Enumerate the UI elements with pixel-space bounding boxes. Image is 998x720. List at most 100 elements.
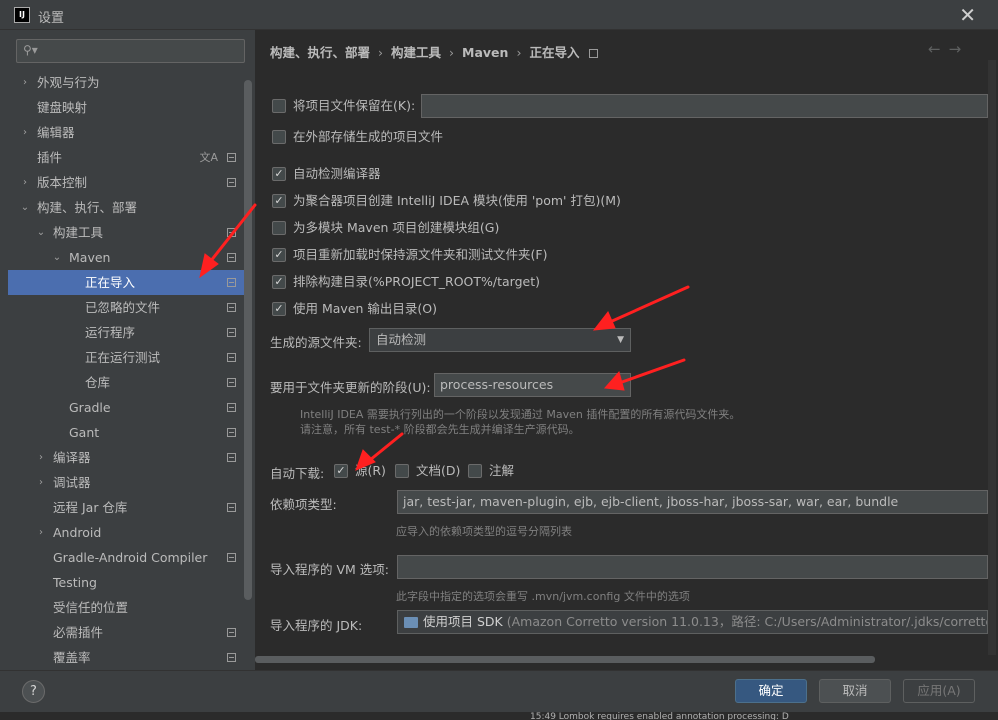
cancel-button[interactable]: 取消 xyxy=(819,679,891,703)
download-docs-checkbox[interactable] xyxy=(395,463,409,478)
store-external-checkbox[interactable] xyxy=(272,129,286,144)
ok-button[interactable]: 确定 xyxy=(735,679,807,703)
create-groups-label: 为多模块 Maven 项目创建模块组(G) xyxy=(293,220,500,235)
create-modules-option[interactable]: ✓ 为聚合器项目创建 IntelliJ IDEA 模块(使用 'pom' 打包)(… xyxy=(272,191,621,211)
chevron-right-icon[interactable]: › xyxy=(20,70,30,95)
tree-item[interactable]: 运行程序 xyxy=(8,320,244,345)
back-arrow-icon[interactable]: ← xyxy=(928,40,949,58)
jdk-label: 导入程序的 JDK: xyxy=(270,618,363,633)
forward-arrow-icon[interactable]: → xyxy=(949,40,970,58)
tree-item[interactable]: Gradle-Android Compiler xyxy=(8,545,244,570)
tree-item[interactable]: 插件 文A xyxy=(8,145,244,170)
chevron-down-icon[interactable]: ⌄ xyxy=(20,195,30,220)
chevron-down-icon: ▼ xyxy=(617,335,624,345)
create-modules-checkbox[interactable]: ✓ xyxy=(272,193,286,208)
tree-item-label: 受信任的位置 xyxy=(53,600,129,615)
use-maven-output-checkbox[interactable]: ✓ xyxy=(272,301,286,316)
create-groups-option[interactable]: 为多模块 Maven 项目创建模块组(G) xyxy=(272,218,499,238)
chevron-right-icon[interactable]: › xyxy=(36,445,46,470)
store-external-option[interactable]: 在外部存储生成的项目文件 xyxy=(272,127,443,147)
download-sources-label: 源(R) xyxy=(355,463,386,478)
breadcrumb-item[interactable]: Maven xyxy=(462,45,508,60)
phase-label: 要用于文件夹更新的阶段(U): xyxy=(270,380,431,395)
tree-item-label: 编译器 xyxy=(53,450,91,465)
title-bar: IJ 设置 ✕ xyxy=(0,0,998,30)
download-annotations-checkbox[interactable] xyxy=(468,463,482,478)
keep-source-folders-checkbox[interactable]: ✓ xyxy=(272,247,286,262)
project-scope-icon xyxy=(227,278,236,287)
project-scope-icon xyxy=(227,328,236,337)
chevron-right-icon[interactable]: › xyxy=(36,520,46,545)
tree-item[interactable]: 已忽略的文件 xyxy=(8,295,244,320)
tree-item[interactable]: 键盘映射 xyxy=(8,95,244,120)
chevron-right-icon[interactable]: › xyxy=(20,170,30,195)
download-docs-option[interactable]: 文档(D) xyxy=(395,461,460,481)
tree-item[interactable]: › 编辑器 xyxy=(8,120,244,145)
tree-item[interactable]: 正在导入 xyxy=(8,270,244,295)
breadcrumb-item: 正在导入 xyxy=(529,45,580,60)
tree-item[interactable]: 正在运行测试 xyxy=(8,345,244,370)
apply-button[interactable]: 应用(A) xyxy=(903,679,975,703)
detect-compiler-label: 自动检测编译器 xyxy=(293,166,381,181)
search-icon: ⚲▾ xyxy=(23,43,38,57)
tree-item[interactable]: Testing xyxy=(8,570,244,595)
help-button[interactable]: ? xyxy=(22,680,45,703)
use-maven-output-option[interactable]: ✓ 使用 Maven 输出目录(O) xyxy=(272,299,437,319)
tree-item-label: 构建工具 xyxy=(53,225,104,240)
phase-input[interactable]: process-resources xyxy=(434,373,631,397)
breadcrumb-item[interactable]: 构建、执行、部署 xyxy=(270,45,370,60)
project-scope-icon xyxy=(227,428,236,437)
tree-item[interactable]: Gant xyxy=(8,420,244,445)
tree-item[interactable]: › 外观与行为 xyxy=(8,70,244,95)
keep-files-path-input[interactable] xyxy=(421,94,988,118)
chevron-right-icon[interactable]: › xyxy=(36,470,46,495)
exclude-build-dir-checkbox[interactable]: ✓ xyxy=(272,274,286,289)
tree-item[interactable]: 覆盖率 xyxy=(8,645,244,670)
tree-item[interactable]: 受信任的位置 xyxy=(8,595,244,620)
dependency-types-input[interactable]: jar, test-jar, maven-plugin, ejb, ejb-cl… xyxy=(397,490,988,514)
keep-files-checkbox[interactable] xyxy=(272,98,286,113)
settings-search-input[interactable]: ⚲▾ xyxy=(16,39,245,63)
tree-item[interactable]: ⌄ 构建工具 xyxy=(8,220,244,245)
dialog-footer: ? 确定 取消 应用(A) xyxy=(0,670,998,712)
tree-item[interactable]: 必需插件 xyxy=(8,620,244,645)
sidebar-scrollbar[interactable] xyxy=(244,80,252,600)
settings-sidebar: ⚲▾ › 外观与行为 键盘映射 › 编辑器 插件 文A › 版本控制 ⌄ 构建、执行、部署 ⌄ 构建工具… xyxy=(0,30,255,670)
jdk-dropdown[interactable]: 使用项目 SDK (Amazon Corretto version 11.0.1… xyxy=(397,610,988,634)
tree-item[interactable]: ⌄ Maven xyxy=(8,245,244,270)
download-annotations-option[interactable]: 注解 xyxy=(468,461,514,481)
close-icon[interactable]: ✕ xyxy=(959,3,976,27)
vm-options-input[interactable] xyxy=(397,555,988,579)
chevron-down-icon[interactable]: ⌄ xyxy=(36,220,46,245)
generated-sources-dropdown[interactable]: 自动检测 ▼ xyxy=(369,328,631,352)
create-groups-checkbox[interactable] xyxy=(272,220,286,235)
tree-item[interactable]: ⌄ 构建、执行、部署 xyxy=(8,195,244,220)
content-horizontal-scrollbar[interactable] xyxy=(255,656,875,663)
tree-item[interactable]: 仓库 xyxy=(8,370,244,395)
background-log-strip: 15:49 Lombok requires enabled annotation… xyxy=(0,712,998,720)
folder-icon xyxy=(404,617,418,628)
tree-item[interactable]: › 调试器 xyxy=(8,470,244,495)
tree-item-label: 覆盖率 xyxy=(53,650,91,665)
detect-compiler-checkbox[interactable]: ✓ xyxy=(272,166,286,181)
dependency-types-hint: 应导入的依赖项类型的逗号分隔列表 xyxy=(396,525,572,538)
exclude-build-dir-label: 排除构建目录(%PROJECT_ROOT%/target) xyxy=(293,274,540,289)
exclude-build-dir-option[interactable]: ✓ 排除构建目录(%PROJECT_ROOT%/target) xyxy=(272,272,540,292)
download-sources-checkbox[interactable]: ✓ xyxy=(334,463,348,478)
tree-item[interactable]: › 版本控制 xyxy=(8,170,244,195)
keep-source-folders-option[interactable]: ✓ 项目重新加载时保持源文件夹和测试文件夹(F) xyxy=(272,245,547,265)
tree-item[interactable]: 远程 Jar 仓库 xyxy=(8,495,244,520)
tree-item[interactable]: › 编译器 xyxy=(8,445,244,470)
breadcrumb-item[interactable]: 构建工具 xyxy=(391,45,441,60)
detect-compiler-option[interactable]: ✓ 自动检测编译器 xyxy=(272,164,381,184)
tree-item[interactable]: Gradle xyxy=(8,395,244,420)
tree-item-label: 编辑器 xyxy=(37,125,75,140)
keep-files-option[interactable]: 将项目文件保留在(K): xyxy=(272,96,415,116)
auto-download-label: 自动下载: xyxy=(270,466,325,481)
download-sources-option[interactable]: ✓ 源(R) xyxy=(334,461,386,481)
tree-item[interactable]: › Android xyxy=(8,520,244,545)
tree-item-label: 键盘映射 xyxy=(37,100,88,115)
chevron-down-icon[interactable]: ⌄ xyxy=(52,245,62,270)
chevron-right-icon[interactable]: › xyxy=(20,120,30,145)
content-vertical-scrollbar[interactable] xyxy=(988,60,996,655)
